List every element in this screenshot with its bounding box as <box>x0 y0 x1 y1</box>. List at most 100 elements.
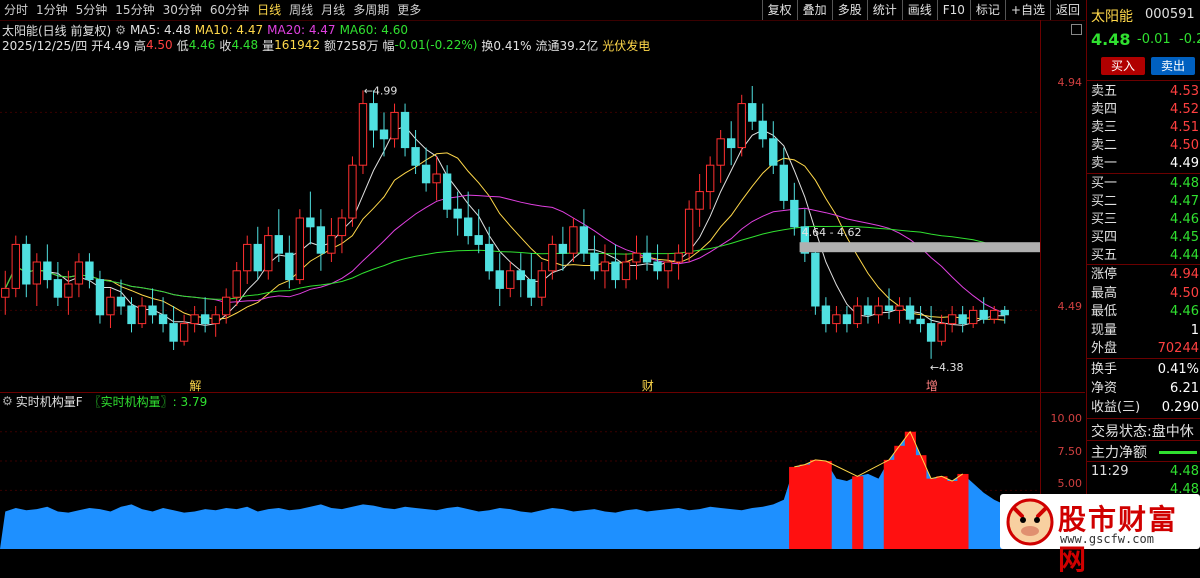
candle-body <box>243 243 252 272</box>
sub-chart-name[interactable]: 实时机构量F <box>16 393 83 410</box>
candle-body <box>832 314 841 325</box>
tick-time: 11:29 <box>1091 464 1129 479</box>
tool-button-8[interactable]: 返回 <box>1049 0 1085 20</box>
bid-row-label: 买三 <box>1091 212 1118 227</box>
stat2-row: 收益(三) 0.290 <box>1091 399 1200 417</box>
candle-body <box>600 261 610 272</box>
netflow-label: 主力净额 <box>1091 445 1147 461</box>
price-axis-label: 4.49 <box>1057 300 1083 313</box>
bid-row-label: 买五 <box>1091 248 1118 263</box>
bid-row: 买一 4.48 <box>1091 175 1200 193</box>
candle-body <box>274 235 283 254</box>
high-label: 高 <box>133 38 146 53</box>
inflow-bar <box>852 476 864 549</box>
ask-row: 卖四 4.52 <box>1091 101 1200 119</box>
period-toolbar: 分时 1分钟 5分钟 15分钟 30分钟 60分钟 日线 周线 月线 多周期 更多 复权 叠加 多股 统计… <box>0 0 1085 21</box>
candle-body <box>811 252 820 307</box>
bid-row: 买四 4.45 <box>1091 229 1200 247</box>
panel-toggle-icon[interactable] <box>1071 24 1082 35</box>
buy-button[interactable]: 买入 <box>1101 57 1145 75</box>
tool-button-4[interactable]: 画线 <box>901 0 937 20</box>
stat2-row: 净资 6.21 <box>1091 380 1200 398</box>
stock-code: 000591 <box>1145 7 1195 22</box>
candle-body <box>264 235 273 272</box>
period-tab-10[interactable]: 更多 <box>393 0 425 20</box>
period-tab-1[interactable]: 1分钟 <box>32 0 72 20</box>
inflow-bar <box>946 480 958 549</box>
candle-body <box>779 164 788 201</box>
stat2-row-value: 6.21 <box>1170 381 1199 396</box>
date-value: 2025/12/25/四 <box>2 38 88 53</box>
stat-row-label: 最低 <box>1091 304 1118 319</box>
site-logo: 股市财富网 www.gscfw.com <box>1000 494 1200 576</box>
bid-row-label: 买四 <box>1091 230 1118 245</box>
trade-status-value: 盘中休 <box>1151 424 1194 440</box>
tool-button-3[interactable]: 统计 <box>866 0 902 20</box>
divider <box>1087 80 1200 81</box>
candle-body <box>653 261 662 272</box>
close-value: 4.48 <box>231 38 259 52</box>
settings-icon[interactable]: ⚙ <box>115 23 126 37</box>
candle-body <box>905 305 915 320</box>
period-tab-9[interactable]: 多周期 <box>349 0 393 20</box>
sub-chart-indicator: 〖实时机构量〗: 3.79 <box>88 394 208 409</box>
bull-logo-icon <box>1006 498 1054 546</box>
sell-button[interactable]: 卖出 <box>1151 57 1195 75</box>
candle-body <box>558 243 568 254</box>
sub-settings-icon[interactable]: ⚙ <box>2 394 13 408</box>
tool-button-2[interactable]: 多股 <box>831 0 867 20</box>
candle-body <box>148 305 157 316</box>
ask-row-label: 卖五 <box>1091 84 1118 99</box>
indicator-chart[interactable] <box>0 410 1040 549</box>
tool-button-0[interactable]: 复权 <box>761 0 797 20</box>
candle-body <box>348 164 357 219</box>
candle-body <box>442 173 452 210</box>
candle-body <box>390 111 399 140</box>
event-marker: 财 <box>642 379 654 393</box>
inflow-bar <box>915 455 927 549</box>
bid-row: 买五 4.44 <box>1091 247 1200 265</box>
range-label: 4.64 - 4.62 <box>802 226 862 239</box>
candle-body <box>853 305 862 325</box>
period-tab-0[interactable]: 分时 <box>0 0 32 20</box>
period-tab-4[interactable]: 30分钟 <box>159 0 206 20</box>
inflow-bar <box>904 431 916 549</box>
period-tab-5[interactable]: 60分钟 <box>206 0 253 20</box>
divider <box>1087 358 1200 359</box>
tool-button-5[interactable]: F10 <box>936 0 970 20</box>
tool-button-7[interactable]: +自选 <box>1004 0 1050 20</box>
tool-button-6[interactable]: 标记 <box>969 0 1005 20</box>
candlestick-chart[interactable]: 4.64 - 4.62 ←4.99 ←4.38 解 财 增 <box>0 54 1040 394</box>
candle-body <box>579 226 589 254</box>
range-bar <box>799 242 1040 253</box>
candle-body <box>253 243 262 272</box>
ask-row: 卖五 4.53 <box>1091 83 1200 101</box>
period-tab-8[interactable]: 月线 <box>317 0 349 20</box>
current-price: 4.48 <box>1091 30 1131 49</box>
candle-body <box>232 270 241 298</box>
sector-tag[interactable]: 光伏发电 <box>602 37 650 54</box>
candle-body <box>190 314 199 325</box>
period-tab-6[interactable]: 日线 <box>253 0 285 20</box>
tool-button-1[interactable]: 叠加 <box>796 0 832 20</box>
ask-row-label: 卖一 <box>1091 156 1118 171</box>
stat2-row-label: 换手 <box>1091 362 1118 377</box>
inflow-bar <box>894 445 906 549</box>
price-change-pct: -0.2 <box>1179 32 1200 47</box>
period-tab-7[interactable]: 周线 <box>285 0 317 20</box>
candle-body <box>453 208 462 219</box>
ask-row: 卖一 4.49 <box>1091 155 1200 173</box>
candle-body <box>684 208 694 254</box>
ask-row: 卖三 4.51 <box>1091 119 1200 137</box>
stat2-row-label: 净资 <box>1091 381 1118 396</box>
candle-body <box>369 103 378 131</box>
candle-body <box>527 279 536 298</box>
change-value: -0.01(-0.22%) <box>394 38 478 52</box>
candle-body <box>621 261 631 281</box>
candle-body <box>663 261 673 272</box>
divider <box>1087 418 1200 419</box>
period-tab-2[interactable]: 5分钟 <box>72 0 112 20</box>
candle-body <box>432 173 441 184</box>
period-tab-3[interactable]: 15分钟 <box>111 0 158 20</box>
bid-row: 买三 4.46 <box>1091 211 1200 229</box>
